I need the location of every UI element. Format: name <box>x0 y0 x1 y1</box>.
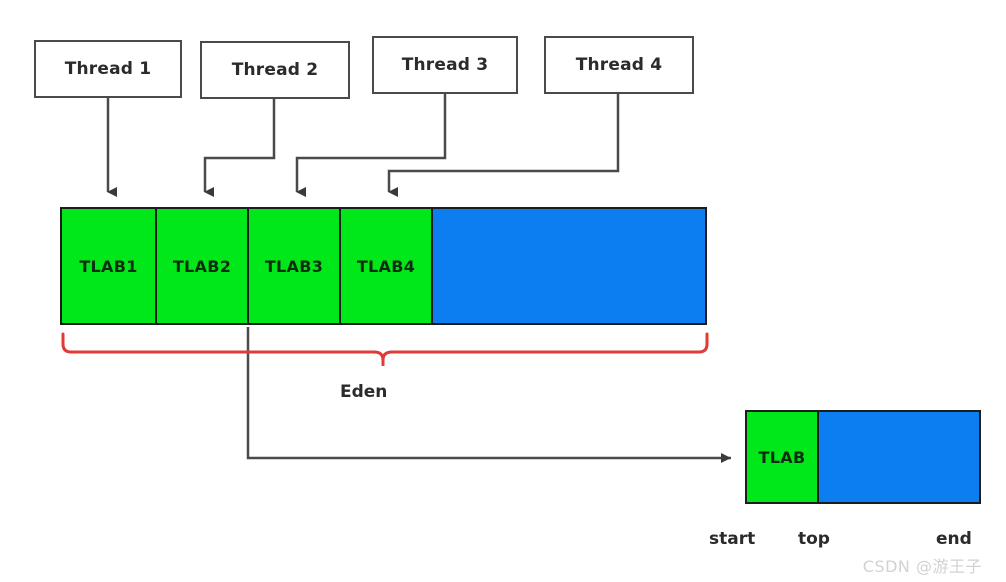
eden-space-bar: TLAB1 TLAB2 TLAB3 TLAB4 <box>60 207 707 325</box>
tlab-block-1: TLAB1 <box>62 209 157 323</box>
tlab-used-region: TLAB <box>747 412 819 502</box>
marker-label-end: end <box>936 529 972 549</box>
watermark: CSDN @游王子 <box>862 557 982 576</box>
thread-box-label: Thread 2 <box>231 60 319 80</box>
thread-box-2: Thread 2 <box>200 41 350 99</box>
connector-tlab2-to-detail <box>246 327 731 463</box>
thread-box-label: Thread 4 <box>575 55 663 75</box>
tlab-block-label: TLAB1 <box>79 256 138 276</box>
connector-thread2-to-tlab2 <box>203 99 276 197</box>
tlab-detail-box: TLAB <box>745 410 981 504</box>
tlab-block-2: TLAB2 <box>157 209 249 323</box>
connector-thread4-to-tlab4 <box>387 94 620 197</box>
eden-label: Eden <box>340 382 388 402</box>
eden-brace <box>61 332 709 366</box>
tlab-block-4: TLAB4 <box>341 209 433 323</box>
tlab-block-label: TLAB2 <box>172 256 232 276</box>
thread-box-label: Thread 1 <box>64 59 152 79</box>
thread-box-label: Thread 3 <box>401 55 489 75</box>
tlab-detail-label: TLAB <box>758 447 806 467</box>
tlab-block-label: TLAB3 <box>264 256 324 276</box>
tlab-block-label: TLAB4 <box>356 256 416 276</box>
diagram-canvas: Thread 1 Thread 2 Thread 3 Thread 4 TLAB… <box>0 0 1006 582</box>
thread-box-4: Thread 4 <box>544 36 694 94</box>
thread-box-1: Thread 1 <box>34 40 182 98</box>
tlab-block-3: TLAB3 <box>249 209 341 323</box>
marker-label-start: start <box>709 529 756 549</box>
marker-label-top: top <box>798 529 830 549</box>
thread-box-3: Thread 3 <box>372 36 518 94</box>
connector-thread3-to-tlab3 <box>295 94 447 197</box>
